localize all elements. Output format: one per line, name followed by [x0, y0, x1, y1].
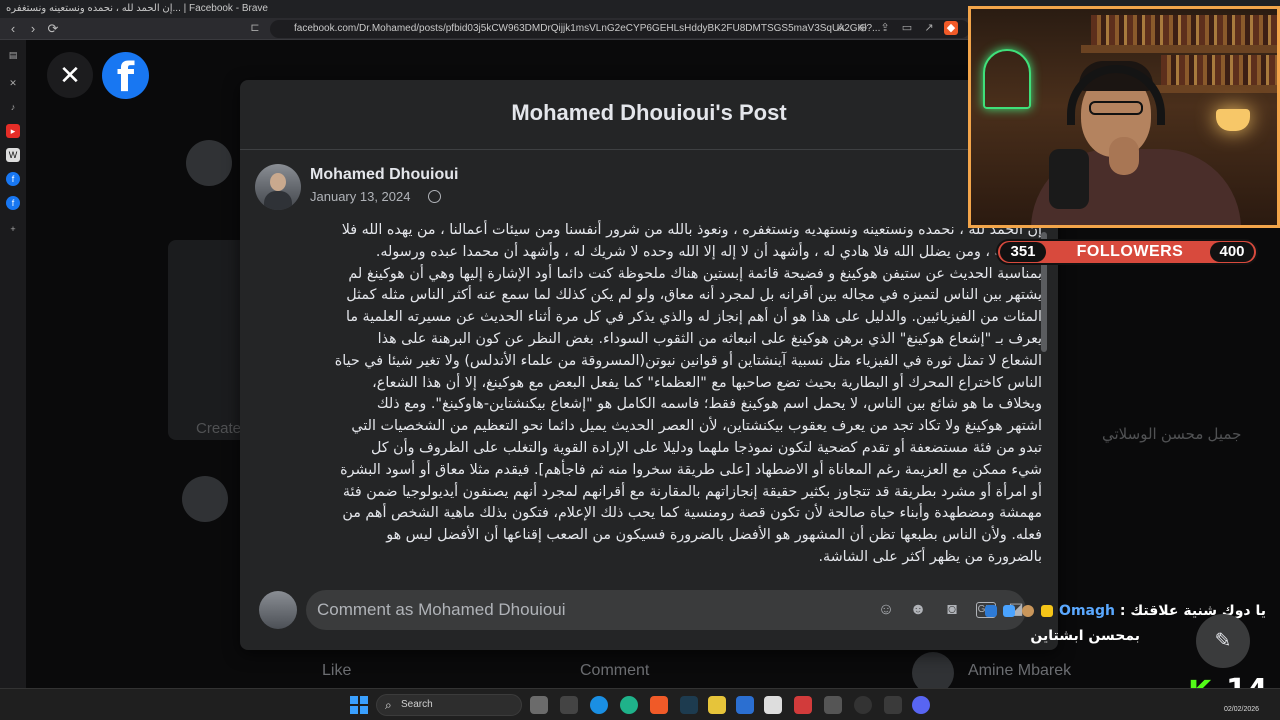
modal-header: Mohamed Dhouioui's Post — [240, 80, 1058, 150]
facebook-tab-icon[interactable]: f — [6, 196, 20, 210]
modal-title: Mohamed Dhouioui's Post — [511, 100, 787, 125]
discord-icon[interactable] — [912, 696, 930, 714]
app-icon[interactable] — [680, 696, 698, 714]
post-line: أو امرأة أو مشرد بطريقة قد تتجاوز بكثير … — [342, 483, 1042, 500]
app-icon[interactable] — [794, 696, 812, 714]
post-line: شيء ممكن مع العزيمة رغم المعاناة أو الاض… — [340, 461, 1042, 478]
app-icon[interactable] — [764, 696, 782, 714]
post-date[interactable]: January 13, 2024 — [310, 189, 410, 204]
bottom-name: Amine Mbarek — [968, 662, 1072, 679]
globe-icon — [428, 190, 441, 203]
camera-icon[interactable]: ◙ — [942, 600, 962, 620]
terminal-icon[interactable] — [560, 696, 578, 714]
post-line: مهمشة ومضطهدة وأبناء حياة صالحة لأن تكون… — [342, 505, 1042, 522]
youtube-icon[interactable]: ▸ — [6, 124, 20, 138]
taskbar-date: 02/02/2026 — [1224, 706, 1260, 713]
forward-icon[interactable]: › — [24, 20, 42, 38]
followers-goal-bar: 351 FOLLOWERS 400 — [996, 239, 1258, 265]
share-icon[interactable]: ⇪ — [878, 21, 892, 35]
facebook-tab-icon[interactable]: f — [6, 172, 20, 186]
close-icon[interactable]: ✕ — [47, 52, 93, 98]
sidebar-rail: ▤ ✕ ♪ ▸ W f f + — [0, 40, 26, 688]
app-icon[interactable] — [708, 696, 726, 714]
post-body: إن الحمد لله ، نحمده ونستعينه ونستهديه و… — [256, 220, 1042, 575]
badge-icon — [1022, 605, 1035, 617]
followers-label: FOLLOWERS — [1076, 243, 1184, 260]
badge-icon — [984, 605, 997, 617]
comment-input[interactable]: Comment as Mohamed Dhouioui ☺ ☻ ◙ GIF ◪ — [306, 590, 1026, 630]
badge-icon — [1041, 605, 1054, 617]
edge-icon[interactable] — [590, 696, 608, 714]
mute-icon[interactable]: ✕ — [6, 76, 20, 90]
screenshot-icon[interactable]: ▭ — [900, 21, 914, 35]
post-line: وبخلاف ما هو شائع بين الناس، لا يحمل اسم… — [376, 396, 1042, 413]
followers-current: 351 — [1000, 242, 1046, 262]
app-icon[interactable] — [824, 696, 842, 714]
post-line: يشتهر بين الناس لتميزه في مجاله بين أقرا… — [346, 287, 1042, 304]
author-avatar[interactable] — [255, 164, 301, 210]
add-icon[interactable]: + — [6, 222, 20, 236]
post-line: إن الحمد لله ، نحمده ونستعينه ونستهديه و… — [341, 222, 1042, 238]
task-view-icon[interactable] — [530, 696, 548, 714]
post-line: يعرف بـ "إشعاع هوكينغ" الذي برهن هوكينغ … — [377, 330, 1042, 347]
post-line: الناس كاختراع المحرك أو البطارية بحيث تض… — [372, 374, 1042, 391]
post-line: الشعاع لا تمثل ثورة في الفيزياء مثل نسبي… — [334, 352, 1042, 369]
commenter-avatar[interactable] — [259, 591, 297, 629]
url-text: facebook.com/Dr.Mohamed/posts/pfbid03j5k… — [294, 23, 881, 34]
search-label: Search — [401, 699, 433, 710]
windows-start-icon[interactable] — [350, 696, 368, 714]
avatar-sticker-icon[interactable]: ☺ — [876, 600, 896, 620]
audio-icon[interactable]: ♪ — [6, 100, 20, 114]
post-line: بمناسبة الحديث عن ستيفن هوكينغ و فضيحة ق… — [348, 265, 1042, 282]
taskbar-search[interactable]: ⌕ Search — [376, 694, 522, 716]
comment-label: Comment — [580, 662, 650, 679]
obs-icon[interactable] — [854, 696, 872, 714]
author-name[interactable]: Mohamed Dhouioui — [310, 166, 458, 184]
like-label: Like — [322, 662, 352, 679]
brave-icon[interactable] — [650, 696, 668, 714]
facebook-logo-icon[interactable]: f — [102, 52, 149, 101]
translate-icon[interactable]: A — [834, 21, 848, 35]
followers-goal: 400 — [1210, 242, 1254, 262]
search-icon: ⌕ — [385, 698, 392, 712]
chat-message-continued: بمحسن ابشتاين — [1030, 628, 1140, 644]
back-icon[interactable]: ‹ — [4, 20, 22, 38]
post-line: بالضرورة من يظهر أكثر على الشاشة. — [818, 548, 1042, 565]
comment-placeholder: Comment as Mohamed Dhouioui — [317, 600, 566, 619]
post-line: مضل له ، ومن يضلل الله فلا هادي له ، وأش… — [375, 243, 1042, 260]
webcam-overlay — [968, 6, 1280, 228]
emoji-icon[interactable]: ☻ — [908, 600, 928, 620]
bookmark-icon[interactable]: ⊏ — [248, 21, 262, 35]
new-message-icon[interactable]: ✎ — [1196, 614, 1250, 668]
taskbar: ⌕ Search — [0, 688, 1280, 720]
post-line: فعله. ولأن الناس بطبعها تظن أن المشهور ه… — [386, 527, 1042, 544]
chat-username: Omagh — [1059, 603, 1115, 619]
post-line: تبدو من فئة مستضعفة أو تقدم كضحية لتكون … — [370, 439, 1042, 456]
brave-shield-icon[interactable]: ◆ — [944, 21, 958, 35]
post-line: المئات من الفيزيائيين. والدليل على هذا ه… — [346, 309, 1042, 326]
panel-icon[interactable]: ▤ — [6, 48, 20, 62]
post-modal: Mohamed Dhouioui's Post Mohamed Dhouioui… — [240, 80, 1058, 650]
zoom-icon[interactable]: ⊕ — [856, 21, 870, 35]
share-page-icon[interactable]: ↗ — [922, 21, 936, 35]
app-icon[interactable] — [620, 696, 638, 714]
app-grid-icon[interactable] — [884, 696, 902, 714]
app-icon[interactable] — [736, 696, 754, 714]
badge-icon — [1003, 605, 1016, 617]
post-line: اشتهر هوكينغ ولا تكاد تجد من يعرف يعقوب … — [351, 418, 1042, 435]
reload-icon[interactable]: ⟳ — [44, 20, 62, 38]
wikipedia-icon[interactable]: W — [6, 148, 20, 162]
chat-text: يا دوك شنية علاقتك — [1130, 603, 1266, 619]
